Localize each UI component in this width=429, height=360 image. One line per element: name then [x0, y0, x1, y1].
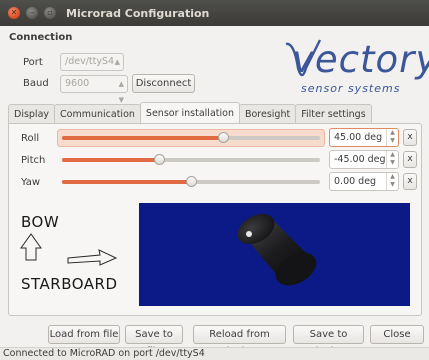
baud-value: 9600 [65, 78, 90, 89]
orientation-arrows-icon [20, 233, 118, 266]
reload-from-device-button[interactable]: Reload from device [193, 325, 286, 357]
starboard-label: STARBOARD [21, 275, 118, 293]
tab-sensor-installation[interactable]: Sensor installation [139, 102, 240, 124]
close-button[interactable]: Close [370, 325, 424, 344]
port-value: /dev/ttyS4 [65, 56, 115, 67]
pitch-value-input[interactable]: -45.00 deg ▲ ▼ [329, 150, 399, 169]
maximize-window-button[interactable]: ▫ [44, 7, 56, 19]
disconnect-button[interactable]: Disconnect [132, 74, 195, 93]
minimize-window-button[interactable]: – [26, 7, 38, 19]
pitch-slider[interactable] [62, 154, 320, 165]
vectory-logo: vectory [292, 38, 429, 81]
yaw-value: 0.00 deg [334, 176, 377, 187]
tab-filter-settings[interactable]: Filter settings [295, 104, 372, 124]
pitch-slider-handle[interactable] [153, 154, 165, 165]
baud-select[interactable]: 9600 ▲ ▼ [60, 75, 128, 104]
pitch-value: -45.00 deg [334, 154, 386, 165]
yaw-clear-button[interactable]: x [403, 173, 417, 190]
load-from-file-button[interactable]: Load from file [48, 325, 120, 344]
tab-display[interactable]: Display [8, 104, 56, 124]
spin-arrows-icon[interactable]: ▲ ▼ [386, 151, 398, 168]
save-to-file-button[interactable]: Save to file [125, 325, 183, 357]
yaw-slider-fill [62, 180, 191, 184]
tab-bar: Display Communication Sensor installatio… [8, 102, 372, 124]
port-label: Port [23, 57, 43, 68]
window-title: Microrad Configuration [66, 6, 210, 20]
yaw-label: Yaw [21, 177, 41, 188]
spin-arrows-icon[interactable]: ▲ ▼ [386, 129, 398, 146]
roll-clear-button[interactable]: x [403, 129, 417, 146]
close-window-button[interactable]: ✕ [8, 7, 20, 19]
yaw-slider[interactable] [62, 176, 320, 187]
sensor-cylinder-icon [237, 213, 317, 286]
bow-label: BOW [21, 213, 60, 231]
spin-arrows-icon[interactable]: ▲ ▼ [386, 173, 398, 190]
title-bar: ✕ – ▫ Microrad Configuration [0, 0, 429, 26]
maximize-icon: ▫ [47, 8, 53, 17]
roll-label: Roll [21, 133, 40, 144]
pitch-label: Pitch [21, 155, 46, 166]
roll-slider-fill [62, 136, 224, 140]
roll-value-input[interactable]: 45.00 deg ▲ ▼ [329, 128, 399, 147]
connection-heading: Connection [9, 32, 73, 43]
status-bar: Connected to MicroRAD on port /dev/ttyS4 [0, 347, 429, 360]
logo-tagline: sensor systems [301, 82, 401, 95]
baud-label: Baud [23, 78, 49, 89]
save-to-device-button[interactable]: Save to device [293, 325, 364, 357]
pitch-slider-fill [62, 158, 159, 162]
minimize-icon: – [30, 8, 34, 17]
port-select[interactable]: /dev/ttyS4 ▲▼ [60, 53, 124, 82]
main-window: ✕ – ▫ Microrad Configuration Connection … [0, 0, 429, 360]
tab-boresight[interactable]: Boresight [238, 104, 297, 124]
yaw-slider-handle[interactable] [186, 176, 197, 187]
sensor-3d-view[interactable] [139, 203, 410, 306]
close-icon: ✕ [10, 8, 18, 17]
yaw-value-input[interactable]: 0.00 deg ▲ ▼ [329, 172, 399, 191]
roll-value: 45.00 deg [334, 132, 383, 143]
pitch-clear-button[interactable]: x [403, 151, 417, 168]
roll-slider[interactable] [62, 132, 320, 143]
tab-communication[interactable]: Communication [54, 104, 141, 124]
